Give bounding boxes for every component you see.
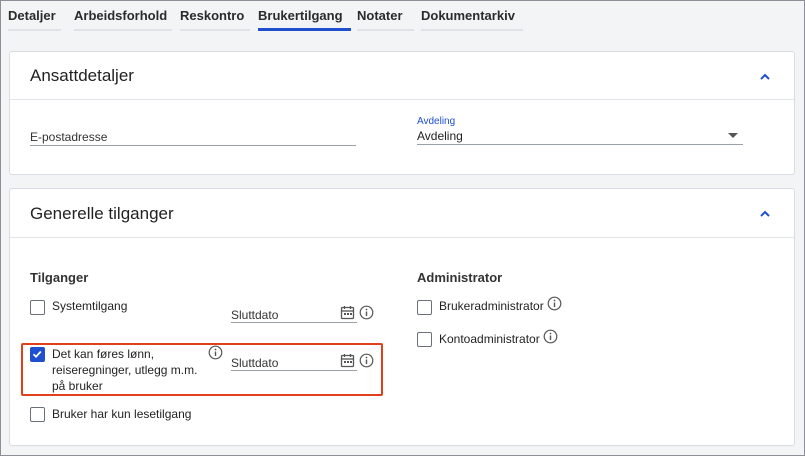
tab-reskontro[interactable]: Reskontro: [180, 1, 250, 31]
email-placeholder: E-postadresse: [30, 130, 108, 144]
systemtilgang-end-date-placeholder: Sluttdato: [231, 308, 279, 322]
systemtilgang-checkbox[interactable]: [30, 300, 45, 315]
systemtilgang-end-date-field[interactable]: [231, 322, 357, 323]
info-icon[interactable]: [547, 296, 562, 311]
info-icon[interactable]: [543, 329, 558, 344]
tilganger-heading: Tilganger: [30, 270, 89, 285]
generelle-tilganger-header[interactable]: Generelle tilganger: [10, 189, 794, 238]
foring-end-date-placeholder: Sluttdato: [231, 356, 279, 370]
brukeradmin-checkbox[interactable]: [417, 300, 432, 315]
kontoadmin-label: Kontoadministrator: [439, 332, 540, 346]
chevron-up-icon[interactable]: [758, 70, 772, 84]
administrator-heading: Administrator: [417, 270, 503, 285]
foring-checkbox[interactable]: [30, 347, 45, 362]
tab-detaljer[interactable]: Detaljer: [8, 1, 61, 31]
calendar-icon[interactable]: [340, 353, 355, 368]
department-select[interactable]: [417, 144, 743, 145]
department-label: Avdeling: [417, 116, 456, 127]
tab-brukertilgang[interactable]: Brukertilgang: [258, 1, 351, 31]
info-icon[interactable]: [359, 305, 374, 320]
info-icon[interactable]: [359, 353, 374, 368]
foring-label-line2: reiseregninger, utlegg m.m.: [52, 363, 198, 377]
tab-dokumentarkiv[interactable]: Dokumentarkiv: [421, 1, 523, 31]
calendar-icon[interactable]: [340, 305, 355, 320]
caret-down-icon[interactable]: [728, 133, 738, 139]
lesetilgang-label: Bruker har kun lesetilgang: [52, 407, 192, 421]
ansattdetaljer-title: Ansattdetaljer: [30, 66, 134, 85]
brukeradmin-label: Brukeradministrator: [439, 299, 544, 313]
info-icon[interactable]: [208, 345, 223, 360]
ansattdetaljer-card: Ansattdetaljer E-postadresse Avdeling Av…: [9, 51, 795, 175]
checkmark-icon: [32, 350, 42, 358]
kontoadmin-checkbox[interactable]: [417, 332, 432, 347]
systemtilgang-label: Systemtilgang: [52, 299, 128, 313]
tab-arbeidsforhold[interactable]: Arbeidsforhold: [74, 1, 172, 31]
tab-bar: Detaljer Arbeidsforhold Reskontro Bruker…: [1, 1, 804, 31]
email-field[interactable]: [30, 145, 356, 146]
department-value: Avdeling: [417, 129, 463, 143]
foring-end-date-field[interactable]: [231, 370, 357, 371]
tab-notater[interactable]: Notater: [357, 1, 414, 31]
generelle-tilganger-title: Generelle tilganger: [30, 204, 174, 223]
chevron-up-icon[interactable]: [758, 207, 772, 221]
foring-label-line1: Det kan føres lønn,: [52, 347, 155, 361]
foring-label-line3: på bruker: [52, 379, 103, 393]
lesetilgang-checkbox[interactable]: [30, 407, 45, 422]
ansattdetaljer-header[interactable]: Ansattdetaljer: [10, 52, 794, 100]
